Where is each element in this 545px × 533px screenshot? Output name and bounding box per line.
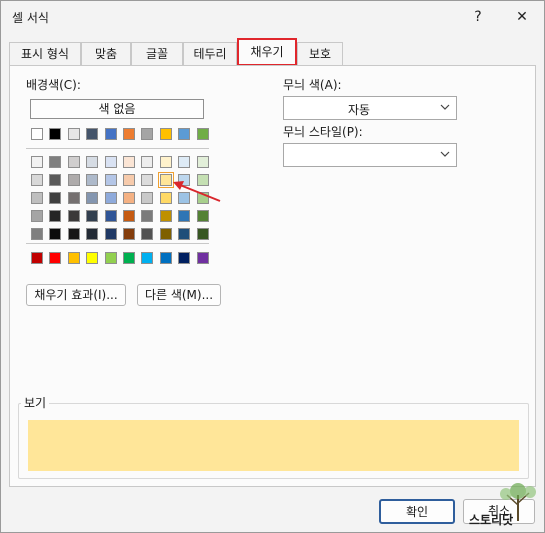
format-cells-dialog: 셀 서식 ? ✕ 표시 형식 맞춤 글꼴 테두리 채우기 보호 배경색(C): … [0,0,545,533]
color-swatch-standard[interactable] [159,252,172,264]
color-swatch-tint[interactable] [31,156,43,168]
tab-font[interactable]: 글꼴 [131,42,183,65]
color-swatch-tint[interactable] [141,156,154,168]
color-swatch-tint[interactable] [104,228,117,240]
color-swatch-tint[interactable] [196,228,209,240]
color-swatch-tint[interactable] [49,192,62,204]
pattern-color-value: 자동 [347,103,371,117]
color-swatch-tint[interactable] [67,210,80,222]
color-swatch-tint[interactable] [86,156,99,168]
color-swatch-tint[interactable] [67,192,80,204]
sample-label: 보기 [21,394,50,411]
no-color-button[interactable]: 색 없음 [30,99,204,119]
pattern-style-select[interactable] [283,143,457,167]
color-swatch-tint[interactable] [123,156,135,168]
chevron-down-icon [440,151,450,157]
tab-strip: 표시 형식 맞춤 글꼴 테두리 채우기 보호 [1,37,544,67]
color-swatch-tint[interactable] [67,228,80,240]
color-swatch-theme[interactable] [67,128,80,140]
color-swatch-tint[interactable] [159,210,172,222]
color-swatch-tint[interactable] [104,210,117,222]
pattern-color-select[interactable]: 자동 [283,96,457,120]
color-swatch-tint[interactable] [196,210,209,222]
color-swatch-tint[interactable] [104,192,117,204]
color-swatch-theme[interactable] [86,128,99,140]
color-swatch-tint[interactable] [86,210,99,222]
pattern-color-label: 무늬 색(A): [283,78,342,92]
more-colors-button[interactable]: 다른 색(M)... [137,284,221,306]
color-swatch-tint[interactable] [141,210,154,222]
tab-alignment[interactable]: 맞춤 [81,42,131,65]
color-swatch-tint[interactable] [123,174,135,186]
dialog-title: 셀 서식 [12,11,49,25]
palette-divider-1 [26,148,209,149]
color-swatch-theme[interactable] [141,128,154,140]
watermark-logo: 스토리닷 [469,481,543,533]
color-swatch-tint[interactable] [123,228,135,240]
sample-preview [28,420,519,471]
color-swatch-tint[interactable] [104,156,117,168]
help-button[interactable]: ? [466,6,490,28]
color-swatch-tint[interactable] [86,174,99,186]
color-swatch-standard[interactable] [86,252,99,264]
chevron-down-icon [440,104,450,110]
color-swatch-standard[interactable] [31,252,43,264]
watermark-text: 스토리닷 [469,513,514,527]
color-swatch-tint[interactable] [31,174,43,186]
color-swatch-tint[interactable] [31,228,43,240]
tab-fill[interactable]: 채우기 [237,38,297,66]
color-swatch-standard[interactable] [104,252,117,264]
ok-button[interactable]: 확인 [379,499,455,524]
color-swatch-tint[interactable] [196,156,209,168]
color-swatch-tint[interactable] [31,210,43,222]
color-swatch-theme[interactable] [123,128,135,140]
tab-border[interactable]: 테두리 [183,42,237,65]
color-swatch-tint[interactable] [31,192,43,204]
color-swatch-tint[interactable] [86,228,99,240]
color-swatch-tint[interactable] [141,228,154,240]
color-swatch-standard[interactable] [141,252,154,264]
color-swatch-tint[interactable] [141,192,154,204]
color-swatch-tint[interactable] [159,228,172,240]
color-swatch-tint[interactable] [123,192,135,204]
color-swatch-tint[interactable] [141,174,154,186]
color-swatch-tint[interactable] [178,228,191,240]
color-swatch-standard[interactable] [49,252,62,264]
color-swatch-tint[interactable] [178,156,191,168]
color-swatch-tint[interactable] [159,156,172,168]
color-swatch-theme[interactable] [104,128,117,140]
color-swatch-tint[interactable] [49,210,62,222]
tab-protection[interactable]: 보호 [297,42,343,65]
color-swatch-tint[interactable] [67,174,80,186]
color-swatch-tint[interactable] [123,210,135,222]
color-swatch-standard[interactable] [123,252,135,264]
color-swatch-theme[interactable] [31,128,43,140]
pattern-style-label: 무늬 스타일(P): [283,125,363,139]
close-button[interactable]: ✕ [510,6,534,28]
color-swatch-theme[interactable] [178,128,191,140]
title-bar: 셀 서식 ? ✕ [1,1,544,33]
red-arrow-annotation [173,181,221,202]
color-swatch-tint[interactable] [104,174,117,186]
background-color-label: 배경색(C): [26,78,81,92]
color-swatch-theme[interactable] [49,128,62,140]
color-swatch-standard[interactable] [178,252,191,264]
color-swatch-tint[interactable] [86,192,99,204]
color-swatch-tint[interactable] [67,156,80,168]
color-swatch-theme[interactable] [196,128,209,140]
fill-panel: 배경색(C): 색 없음 채우기 효과(I)... 다른 색(M)... 무늬 … [9,65,536,487]
sample-group [18,403,529,479]
color-swatch-tint[interactable] [49,228,62,240]
color-swatch-tint[interactable] [49,156,62,168]
color-swatch-standard[interactable] [67,252,80,264]
color-swatch-theme[interactable] [159,128,172,140]
color-swatch-tint[interactable] [49,174,62,186]
color-swatch-tint[interactable] [178,210,191,222]
fill-effects-button[interactable]: 채우기 효과(I)... [26,284,126,306]
tab-number[interactable]: 표시 형식 [9,42,81,65]
color-swatch-standard[interactable] [196,252,209,264]
palette-divider-2 [26,243,209,244]
